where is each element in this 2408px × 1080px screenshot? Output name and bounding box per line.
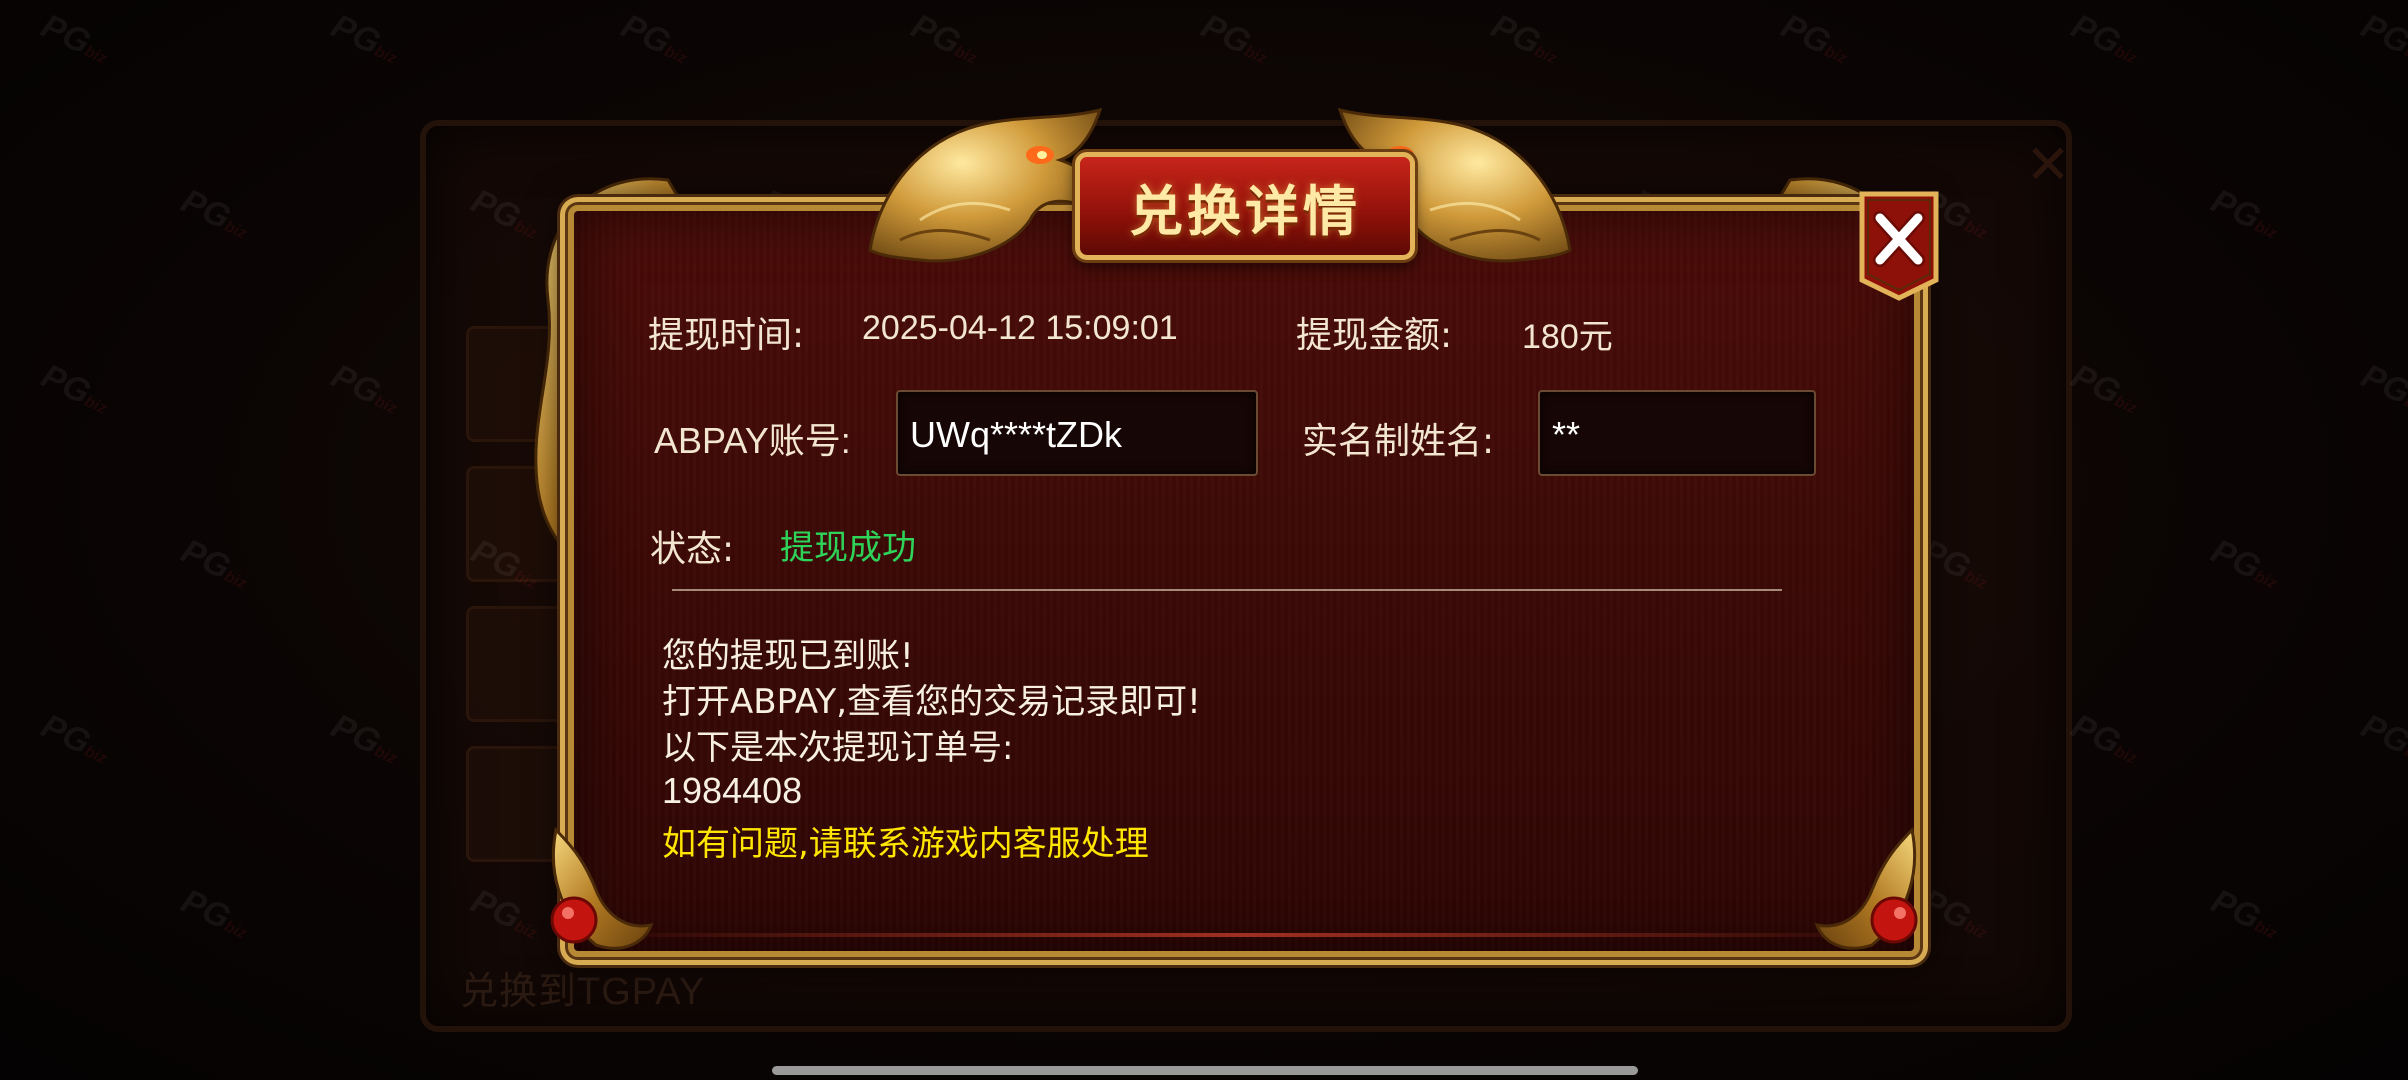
watermark: PGbiz — [615, 6, 690, 68]
abpay-account-field: UWq****tZDk — [896, 390, 1258, 476]
abpay-account-label: ABPAY账号: — [654, 420, 851, 461]
message-line-order-intro: 以下是本次提现订单号: — [662, 728, 1014, 768]
watermark: PGbiz — [35, 356, 110, 418]
withdraw-time-value: 2025-04-12 15:09:01 — [862, 309, 1178, 347]
withdraw-time-label: 提现时间: — [648, 315, 805, 356]
order-number: 1984408 — [662, 770, 803, 811]
watermark: PGbiz — [175, 531, 250, 593]
watermark: PGbiz — [905, 6, 980, 68]
game-screen: ✕ 兑换到TGPAY PGbiz PGbiz PGbiz PGbiz PGbiz PGbi… — [0, 0, 2408, 1080]
watermark: PGbiz — [2355, 706, 2408, 768]
watermark: PGbiz — [35, 6, 110, 68]
watermark: PGbiz — [2205, 881, 2280, 943]
withdraw-amount-value: 180元 — [1522, 318, 1613, 356]
watermark: PGbiz — [2065, 706, 2140, 768]
message-line-open-abpay: 打开ABPAY,查看您的交易记录即可! — [662, 682, 1201, 722]
watermark: PGbiz — [2355, 6, 2408, 68]
watermark: PGbiz — [1195, 6, 1270, 68]
dialog-title: 兑换详情 — [1129, 178, 1361, 243]
background-close-icon: ✕ — [2025, 133, 2071, 196]
watermark: PGbiz — [1485, 6, 1560, 68]
close-button[interactable] — [1858, 190, 1940, 302]
watermark: PGbiz — [2065, 6, 2140, 68]
real-name-field: ** — [1538, 390, 1816, 476]
status-value: 提现成功 — [780, 528, 916, 568]
status-label: 状态: — [650, 529, 735, 570]
watermark: PGbiz — [35, 706, 110, 768]
watermark: PGbiz — [2065, 356, 2140, 418]
watermark: PGbiz — [1775, 6, 1850, 68]
watermark: PGbiz — [2355, 356, 2408, 418]
home-indicator[interactable] — [772, 1066, 1638, 1075]
red-orb-ornament-icon — [550, 826, 654, 950]
title-plaque: 兑换详情 — [1075, 152, 1415, 260]
watermark: PGbiz — [175, 881, 250, 943]
watermark: PGbiz — [175, 181, 250, 243]
watermark: PGbiz — [325, 706, 400, 768]
watermark: PGbiz — [325, 6, 400, 68]
watermark: PGbiz — [325, 356, 400, 418]
message-line-arrived: 您的提现已到账! — [662, 636, 914, 676]
withdraw-amount-label: 提现金额: — [1296, 315, 1453, 356]
watermark: PGbiz — [2205, 531, 2280, 593]
divider — [672, 589, 1782, 591]
watermark: PGbiz — [2205, 181, 2280, 243]
real-name-label: 实名制姓名: — [1302, 421, 1495, 462]
message-line-contact-support: 如有问题,请联系游戏内客服处理 — [662, 824, 1149, 864]
background-footer-text: 兑换到TGPAY — [460, 971, 706, 1013]
dragon-head-ornament-icon — [868, 107, 1103, 263]
red-orb-ornament-icon — [1814, 826, 1918, 950]
